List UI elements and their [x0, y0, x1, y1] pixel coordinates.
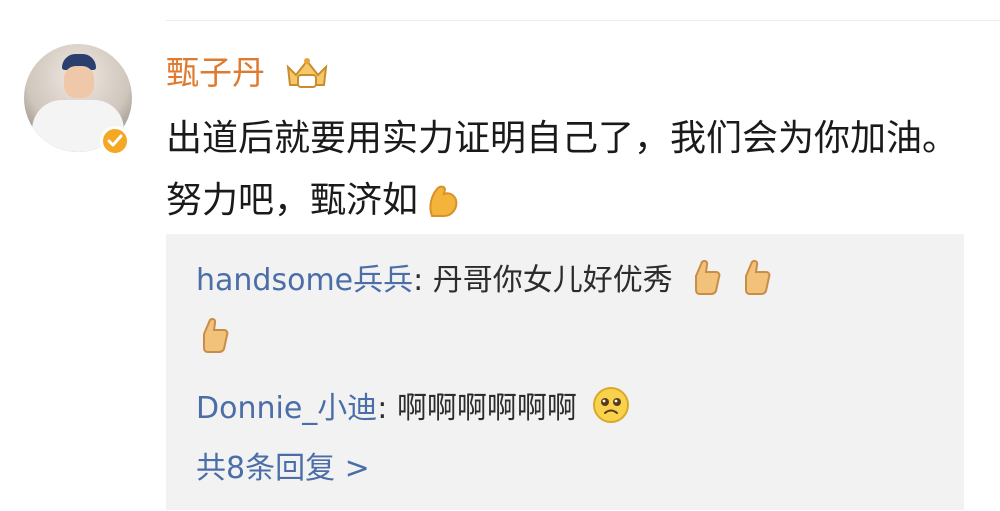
view-more-replies-link[interactable]: 共8条回复 > [196, 440, 370, 498]
thumbs-up-icon [744, 260, 771, 295]
replies-panel: handsome兵兵: 丹哥你女儿好优秀 Donnie_小迪: 啊啊啊啊啊啊 共… [166, 234, 964, 510]
pleading-face-icon [593, 387, 630, 423]
reply-item-continuation [196, 310, 230, 368]
crown-member-icon[interactable] [282, 57, 332, 91]
reply-text: 啊啊啊啊啊啊 [396, 391, 577, 426]
thumbs-up-icon [203, 318, 229, 353]
reply-separator: : [377, 391, 397, 426]
flexed-biceps-icon [429, 185, 458, 217]
reply-author[interactable]: handsome兵兵 [196, 263, 413, 298]
reply-separator: : [413, 263, 433, 298]
username[interactable]: 甄子丹 [166, 53, 265, 93]
thumbs-up-icon [695, 260, 721, 295]
comment-body: 出道后就要用实力证明自己了，我们会为你加油。努力吧，甄济如 [166, 108, 966, 232]
reply-author[interactable]: Donnie_小迪 [196, 391, 377, 426]
verified-badge-icon [100, 126, 130, 156]
comment-text: 出道后就要用实力证明自己了，我们会为你加油。努力吧，甄济如 [166, 118, 959, 221]
divider [166, 20, 1000, 21]
reply-item[interactable]: handsome兵兵: 丹哥你女儿好优秀 [196, 252, 772, 310]
reply-item[interactable]: Donnie_小迪: 啊啊啊啊啊啊 [196, 380, 630, 438]
avatar-face [64, 66, 94, 98]
reply-text: 丹哥你女儿好优秀 [432, 263, 673, 298]
